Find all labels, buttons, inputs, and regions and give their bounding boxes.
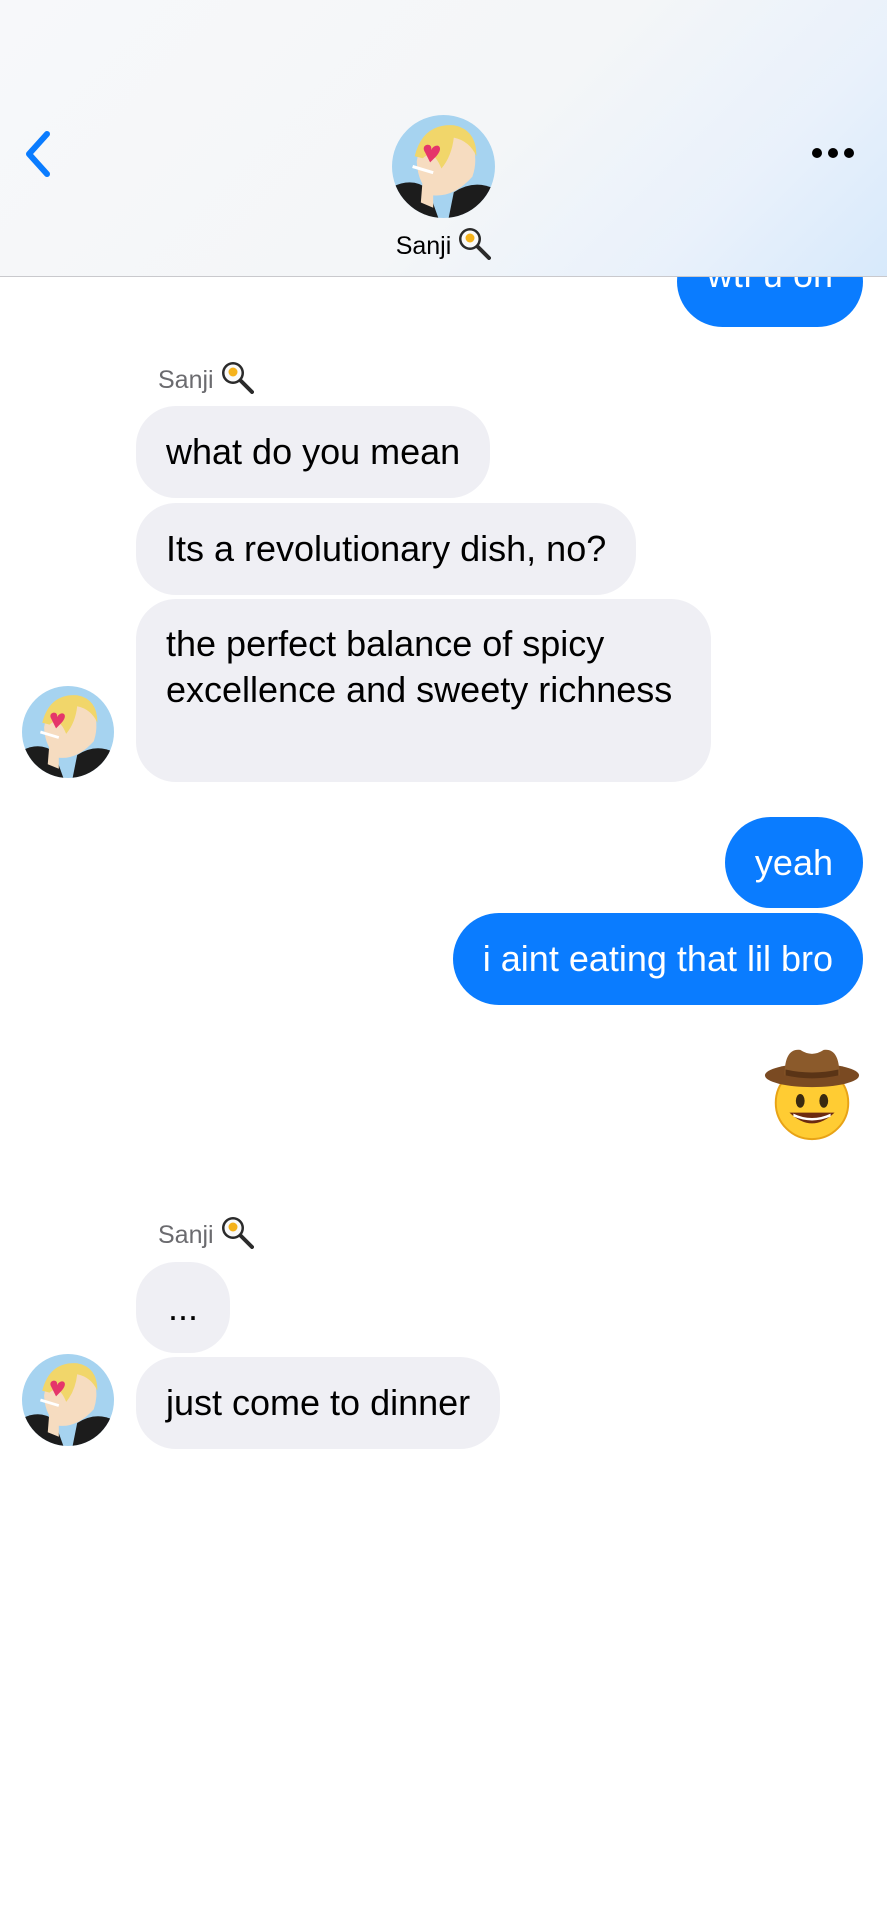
avatar[interactable] xyxy=(22,1354,114,1446)
contact-avatar[interactable] xyxy=(392,115,495,218)
message-incoming[interactable]: just come to dinner xyxy=(136,1357,501,1449)
sender-label: Sanji xyxy=(158,1215,254,1256)
sender-name: Sanji xyxy=(158,366,214,394)
sender-label: Sanji xyxy=(158,360,254,401)
message-text: yeah xyxy=(754,841,833,883)
message-outgoing[interactable]: yeah xyxy=(724,817,863,908)
message-text: Its a revolutionary dish, no? xyxy=(166,528,607,569)
message-incoming[interactable]: what do you mean xyxy=(136,406,491,498)
message-text: what do you mean xyxy=(166,431,461,472)
cowboy-hat-face-icon[interactable] xyxy=(763,1046,861,1144)
frying-pan-egg-icon xyxy=(457,226,492,267)
chevron-left-icon xyxy=(23,130,53,183)
contact-name: Sanji xyxy=(395,232,452,260)
avatar[interactable] xyxy=(22,686,114,778)
back-button[interactable] xyxy=(16,130,60,182)
frying-pan-egg-icon xyxy=(220,1215,254,1256)
sender-name: Sanji xyxy=(158,1221,214,1249)
chat-header: Sanji xyxy=(0,0,887,277)
message-text: just come to dinner xyxy=(166,1382,471,1423)
contact-name-row[interactable]: Sanji xyxy=(0,226,887,267)
message-text: i aint eating that lil bro xyxy=(482,938,833,979)
message-incoming[interactable]: ... xyxy=(136,1262,231,1353)
message-incoming[interactable]: Its a revolutionary dish, no? xyxy=(136,503,637,595)
more-options-button[interactable] xyxy=(803,140,863,170)
message-text: the perfect balance of spicy excellence … xyxy=(166,623,673,710)
message-incoming[interactable]: the perfect balance of spicy excellence … xyxy=(136,599,711,782)
message-outgoing[interactable]: i aint eating that lil bro xyxy=(452,913,863,1005)
message-text: ... xyxy=(168,1286,199,1328)
frying-pan-egg-icon xyxy=(220,360,254,401)
ellipsis-icon xyxy=(811,146,855,164)
